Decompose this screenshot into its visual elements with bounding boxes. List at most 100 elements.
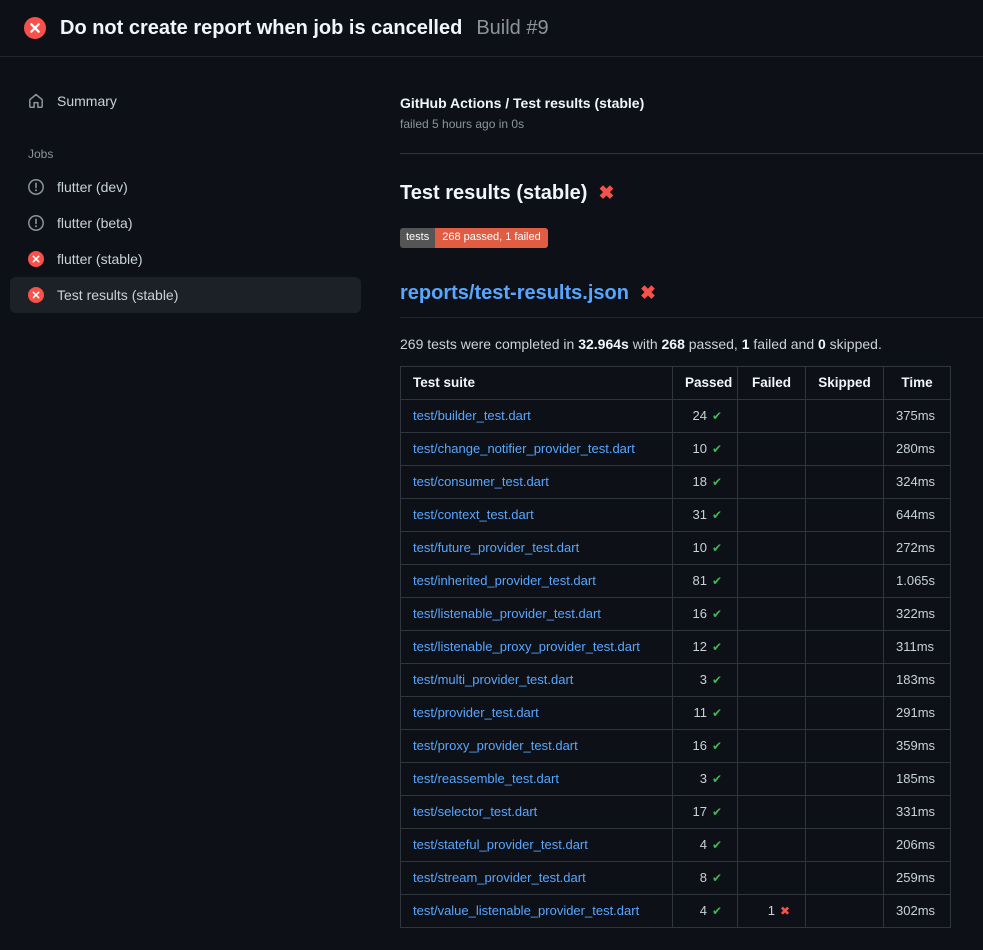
suite-link[interactable]: test/context_test.dart <box>413 507 534 522</box>
sidebar-item-flutter-dev[interactable]: flutter (dev) <box>10 169 361 205</box>
suite-link[interactable]: test/listenable_proxy_provider_test.dart <box>413 639 640 654</box>
run-title: Do not create report when job is cancell… <box>60 17 462 40</box>
sidebar-item-flutter-beta[interactable]: flutter (beta) <box>10 205 361 241</box>
time-cell: 185ms <box>884 763 951 796</box>
failed-cell <box>738 565 806 598</box>
count-value: 12 <box>692 639 706 654</box>
x-circle-icon <box>28 251 44 267</box>
results-table: Test suite Passed Failed Skipped Time te… <box>400 366 951 928</box>
time-cell: 311ms <box>884 631 951 664</box>
suite-link[interactable]: test/proxy_provider_test.dart <box>413 738 578 753</box>
check-icon: ✔ <box>712 640 722 654</box>
time-cell: 375ms <box>884 400 951 433</box>
count-value: 18 <box>692 474 706 489</box>
results-table-body: test/builder_test.dart 24 ✔ 375ms test/chang… <box>401 400 951 928</box>
count-value: 24 <box>692 408 706 423</box>
passed-cell: 3✔ <box>673 664 738 697</box>
time-cell: 644ms <box>884 499 951 532</box>
cancelled-icon <box>28 179 44 195</box>
skipped-cell <box>806 730 884 763</box>
passed-cell: 8✔ <box>673 862 738 895</box>
passed-cell: 31✔ <box>673 499 738 532</box>
suite-cell: test/proxy_provider_test.dart <box>401 730 673 763</box>
report-link[interactable]: reports/test-results.json <box>400 282 629 305</box>
count-value: 8 <box>700 870 707 885</box>
time-cell: 1.065s <box>884 565 951 598</box>
table-row: test/listenable_provider_test.dart16✔322… <box>401 598 951 631</box>
suite-link[interactable]: test/stream_provider_test.dart <box>413 870 586 885</box>
suite-link[interactable]: test/future_provider_test.dart <box>413 540 579 555</box>
passed-cell: 12 ✔ <box>673 631 738 664</box>
suite-cell: test/value_listenable_provider_test.dart <box>401 895 673 928</box>
suite-link[interactable]: test/consumer_test.dart <box>413 474 549 489</box>
time-cell: 183ms <box>884 664 951 697</box>
count-value: 3 <box>700 771 707 786</box>
skipped-cell <box>806 400 884 433</box>
check-icon: ✔ <box>712 607 722 621</box>
count-value: 31 <box>692 507 706 522</box>
count-value: 81 <box>692 573 706 588</box>
sidebar-item-label: Summary <box>57 93 117 109</box>
skipped-cell <box>806 829 884 862</box>
skipped-cell <box>806 796 884 829</box>
table-row: test/proxy_provider_test.dart16✔359ms <box>401 730 951 763</box>
summary-segment: failed and <box>750 336 819 352</box>
passed-cell: 17 ✔ <box>673 796 738 829</box>
home-icon <box>28 93 44 109</box>
check-icon: ✔ <box>712 475 722 489</box>
suite-cell: test/inherited_provider_test.dart <box>401 565 673 598</box>
suite-link[interactable]: test/builder_test.dart <box>413 408 531 423</box>
check-icon: ✔ <box>712 805 722 819</box>
suite-link[interactable]: test/stateful_provider_test.dart <box>413 837 588 852</box>
check-icon: ✔ <box>712 574 722 588</box>
suite-link[interactable]: test/multi_provider_test.dart <box>413 672 573 687</box>
check-title-text: Test results (stable) <box>400 182 587 205</box>
suite-link[interactable]: test/selector_test.dart <box>413 804 537 819</box>
suite-link[interactable]: test/change_notifier_provider_test.dart <box>413 441 635 456</box>
suite-link[interactable]: test/value_listenable_provider_test.dart <box>413 903 639 918</box>
failed-cell <box>738 631 806 664</box>
check-icon: ✔ <box>712 871 722 885</box>
sidebar-item-test-results-stable[interactable]: Test results (stable) <box>10 277 361 313</box>
x-circle-icon <box>28 287 44 303</box>
suite-link[interactable]: test/provider_test.dart <box>413 705 539 720</box>
skipped-cell <box>806 598 884 631</box>
suite-cell: test/reassemble_test.dart <box>401 763 673 796</box>
summary-segment: 0 <box>818 336 826 352</box>
summary-segment: skipped. <box>826 336 882 352</box>
failed-cell <box>738 697 806 730</box>
divider <box>400 153 983 154</box>
sidebar-item-summary[interactable]: Summary <box>10 83 361 119</box>
skipped-cell <box>806 466 884 499</box>
summary-segment: passed, <box>685 336 742 352</box>
count-value: 10 <box>692 540 706 555</box>
failed-cell <box>738 400 806 433</box>
skipped-cell <box>806 631 884 664</box>
count-value: 17 <box>692 804 706 819</box>
cancelled-icon <box>28 215 44 231</box>
table-row: test/builder_test.dart24✔375ms <box>401 400 951 433</box>
col-header-test-suite: Test suite <box>401 367 673 400</box>
suite-link[interactable]: test/inherited_provider_test.dart <box>413 573 596 588</box>
time-cell: 280ms <box>884 433 951 466</box>
sidebar-item-flutter-stable[interactable]: flutter (stable) <box>10 241 361 277</box>
passed-cell: 11✔ <box>673 697 738 730</box>
table-row: test/stream_provider_test.dart8✔259ms <box>401 862 951 895</box>
suite-cell: test/builder_test.dart <box>401 400 673 433</box>
tests-badge: tests 268 passed, 1 failed <box>400 228 548 248</box>
summary-segment: 32.964s <box>578 336 629 352</box>
table-row: test/context_test.dart 31✔ 644ms <box>401 499 951 532</box>
time-cell: 331ms <box>884 796 951 829</box>
count-value: 3 <box>700 672 707 687</box>
sidebar-item-label: flutter (beta) <box>57 215 132 231</box>
suite-link[interactable]: test/reassemble_test.dart <box>413 771 559 786</box>
passed-cell: 18 ✔ <box>673 466 738 499</box>
summary-segment: with <box>629 336 662 352</box>
time-cell: 302ms <box>884 895 951 928</box>
suite-link[interactable]: test/listenable_provider_test.dart <box>413 606 601 621</box>
passed-cell: 4✔ <box>673 895 738 928</box>
failed-cell <box>738 532 806 565</box>
failed-cell <box>738 763 806 796</box>
failed-cell <box>738 664 806 697</box>
failed-cell <box>738 862 806 895</box>
